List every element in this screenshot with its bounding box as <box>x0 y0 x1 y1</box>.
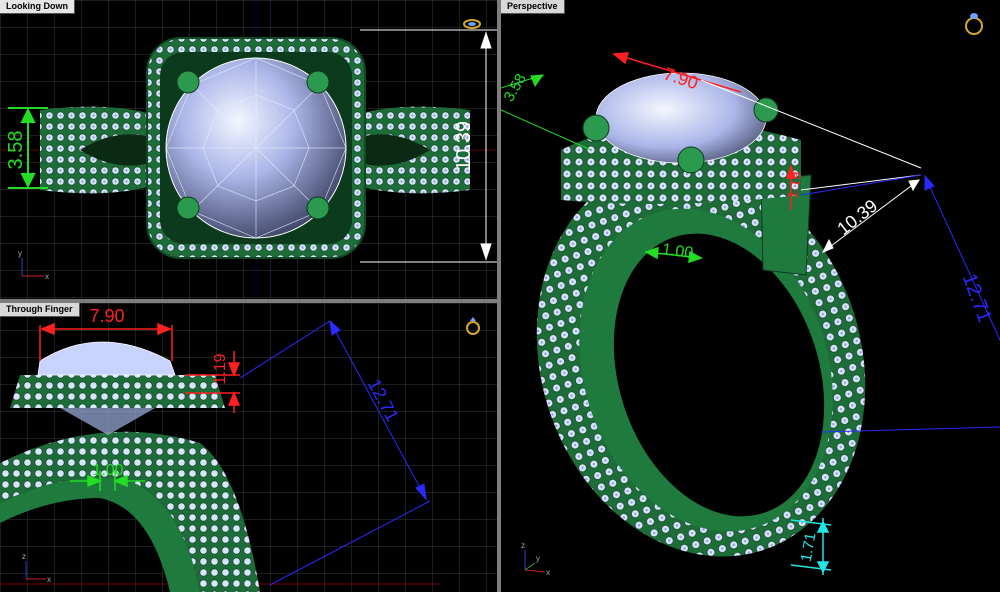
dimension-diagonal-label: 12.71 <box>958 271 996 326</box>
svg-text:z: z <box>521 541 525 550</box>
dimension-width-label: 3.58 <box>5 131 27 170</box>
dimension-length-label: 10.39 <box>833 196 881 239</box>
through-finger-canvas[interactable]: 7.90 1.19 12.71 1.00 x z <box>0 303 497 592</box>
dimension-shank-label: 1.71 <box>798 531 820 563</box>
dimension-height-label: 1.19 <box>212 353 229 384</box>
prong <box>753 97 779 123</box>
ring-view-icon[interactable] <box>462 16 482 30</box>
svg-text:y: y <box>18 249 22 258</box>
svg-text:y: y <box>536 554 540 563</box>
svg-text:x: x <box>45 272 49 281</box>
svg-text:z: z <box>22 552 26 561</box>
perspective-canvas[interactable]: 7.90 3.58 10.39 1.19 1.00 12.71 1.71 x z… <box>501 0 1000 592</box>
viewport-tab-through-finger[interactable]: Through Finger <box>0 303 80 317</box>
prong <box>306 196 330 220</box>
looking-down-canvas[interactable]: 3.58 10.39 x y <box>0 0 497 299</box>
viewport-perspective[interactable]: Perspective 7.90 3.58 10.39 1.19 1.00 12… <box>501 0 1000 592</box>
axis-gizmo: x z y <box>521 541 550 577</box>
prong <box>176 196 200 220</box>
prong <box>582 114 610 142</box>
ring-view-icon[interactable] <box>963 10 985 36</box>
prong <box>677 146 705 174</box>
prong <box>306 70 330 94</box>
viewport-looking-down[interactable]: Looking Down 3.58 10.39 x y <box>0 0 497 299</box>
ring-view-icon[interactable] <box>464 315 482 337</box>
viewport-tab-perspective[interactable]: Perspective <box>501 0 565 14</box>
viewport-through-finger[interactable]: Through Finger 7.90 1.19 12.71 1.00 x z <box>0 303 497 592</box>
halo-side <box>10 375 225 408</box>
svg-text:x: x <box>546 568 550 577</box>
viewport-tab-looking-down[interactable]: Looking Down <box>0 0 75 14</box>
prong <box>176 70 200 94</box>
dimension-diameter-label: 7.90 <box>89 306 124 326</box>
dimension-length-label: 10.39 <box>453 121 475 171</box>
dimension-band-label: 1.00 <box>92 462 123 479</box>
dimension-width-label: 3.58 <box>501 71 530 105</box>
svg-text:x: x <box>47 575 51 584</box>
